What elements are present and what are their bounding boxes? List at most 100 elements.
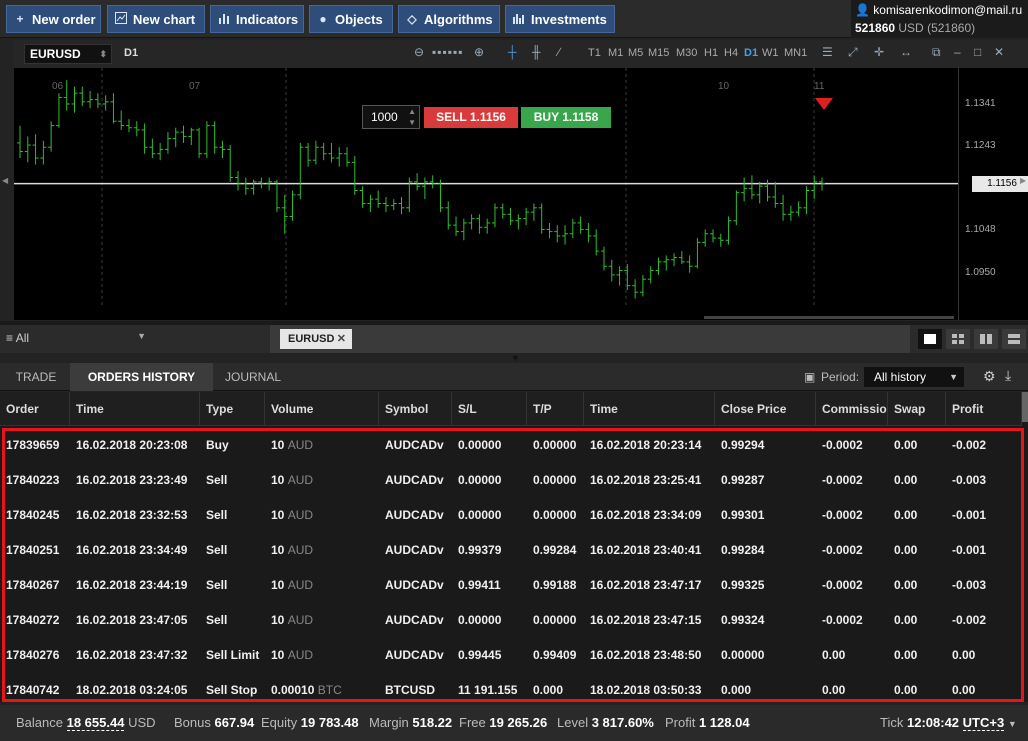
column-header[interactable]: Swap: [888, 392, 946, 426]
candle-chart-type-icon[interactable]: ╫: [532, 45, 541, 59]
chart-plot-area[interactable]: 06 07 10 11 1000 ▲ ▼ SELL 1.1156 BUY 1.1158 …: [14, 68, 958, 340]
timeframe-m5[interactable]: M5: [628, 47, 643, 59]
timezone-select[interactable]: UTC+3: [962, 715, 1005, 731]
panel-toggle-icon[interactable]: ▼: [511, 353, 520, 363]
timeframe-m30[interactable]: M30: [676, 47, 697, 59]
timeframe-h4[interactable]: H4: [724, 47, 738, 59]
table-cell: 16.02.2018 23:32:53: [76, 508, 188, 522]
period-select[interactable]: All history ▼: [864, 367, 964, 387]
close-tab-icon[interactable]: ✕: [337, 329, 346, 349]
timeframe-h1[interactable]: H1: [704, 47, 718, 59]
table-scrollbar[interactable]: [1022, 392, 1028, 702]
timeframe-t1[interactable]: T1: [588, 47, 601, 59]
objects-button[interactable]: ● Objects: [309, 5, 393, 33]
settings-gear-icon[interactable]: ⚙: [983, 368, 996, 385]
table-row[interactable]: 17839659 16.02.2018 20:23:08 Buy 10 AUD AUDC…: [0, 428, 1022, 463]
column-header[interactable]: Symbol: [379, 392, 452, 426]
bar-chart-type-icon[interactable]: ┼: [508, 45, 517, 59]
horizontal-line-icon[interactable]: ↔: [900, 45, 912, 59]
layout-columns-icon[interactable]: [974, 329, 998, 349]
column-header[interactable]: Time: [584, 392, 715, 426]
column-header[interactable]: T/P: [527, 392, 584, 426]
table-row[interactable]: 17840267 16.02.2018 23:44:19 Sell 10 AUD AUD…: [0, 568, 1022, 603]
objects-icon: ●: [319, 12, 327, 26]
table-row[interactable]: 17840276 16.02.2018 23:47:32 Sell Limit 10 …: [0, 638, 1022, 673]
symbol-select[interactable]: EURUSD ⬍: [24, 44, 112, 64]
scrollbar-thumb[interactable]: [1022, 392, 1028, 422]
zoom-in-icon[interactable]: ⊕: [474, 45, 484, 59]
tab-journal[interactable]: JOURNAL: [216, 363, 290, 391]
timeframe-d1[interactable]: D1: [744, 47, 758, 59]
table-cell: 0.99301: [721, 508, 765, 522]
time-marker-icon[interactable]: [815, 98, 833, 110]
column-header[interactable]: Commission: [816, 392, 888, 426]
timeframe-m15[interactable]: M15: [648, 47, 669, 59]
timeframe-w1[interactable]: W1: [762, 47, 779, 59]
column-header[interactable]: Profit: [946, 392, 1022, 426]
layout-rows-icon[interactable]: [1002, 329, 1026, 349]
new-order-button[interactable]: + New order: [6, 5, 101, 33]
left-panel-collapse-icon[interactable]: ◀: [2, 176, 8, 185]
account-info[interactable]: 👤 komisarenkodimon@mail.ru 521860 USD (5…: [851, 0, 1028, 38]
buy-button[interactable]: BUY 1.1158: [521, 107, 611, 128]
chart-scrollbar[interactable]: [704, 316, 954, 319]
table-cell: 0.00: [952, 683, 976, 697]
table-cell: 0.00010 BTC: [271, 683, 342, 697]
table-row[interactable]: 17840251 16.02.2018 23:34:49 Sell 10 AUD AUD…: [0, 533, 1022, 568]
line-chart-type-icon[interactable]: ∕: [558, 45, 560, 59]
investments-button[interactable]: Investments: [505, 5, 615, 33]
sell-button[interactable]: SELL 1.1156: [424, 107, 518, 128]
table-row[interactable]: 17840245 16.02.2018 23:32:53 Sell 10 AUD AUD…: [0, 498, 1022, 533]
ohlc-bar: [180, 125, 187, 143]
ohlc-bar: [585, 222, 592, 243]
maximize-icon[interactable]: □: [974, 45, 981, 59]
stepper-icon[interactable]: ▲ ▼: [408, 106, 416, 128]
table-cell: AUDCADv: [385, 648, 444, 662]
table-row[interactable]: 17840272 16.02.2018 23:47:05 Sell 10 AUD AUD…: [0, 603, 1022, 638]
ohlc-bar: [639, 274, 646, 297]
table-cell: 0.99284: [721, 543, 765, 557]
column-header[interactable]: S/L: [452, 392, 527, 426]
chart-window: EURUSD ⬍ D1 ⊖ ▪▪▪▪▪▪ ⊕ ┼ ╫ ∕ T1 M1 M5 M15 M30…: [14, 40, 1028, 340]
indicators-button[interactable]: Indicators: [210, 5, 304, 33]
price-tick-label: 1.1048: [965, 224, 996, 236]
table-cell: -0.001: [952, 543, 987, 557]
workspace-select[interactable]: ≡ All ▼: [6, 331, 146, 345]
crosshair-icon[interactable]: ✛: [874, 45, 884, 59]
minimize-icon[interactable]: –: [954, 45, 961, 59]
timeframe-mn1[interactable]: MN1: [784, 47, 807, 59]
layout-grid-icon[interactable]: [946, 329, 970, 349]
indicators-panel-icon[interactable]: ☰: [822, 45, 833, 59]
column-header[interactable]: Time: [70, 392, 200, 426]
table-cell: 16.02.2018 20:23:14: [590, 438, 702, 452]
ohlc-bar: [530, 203, 537, 221]
column-header[interactable]: Order: [0, 392, 70, 426]
detach-window-icon[interactable]: ⧉: [932, 45, 941, 60]
right-panel-collapse-icon[interactable]: ▶: [1020, 176, 1026, 185]
column-header[interactable]: Close Price: [715, 392, 816, 426]
ohlc-bar: [600, 246, 607, 271]
algorithms-button[interactable]: ◇ Algorithms: [398, 5, 500, 33]
ohlc-bar: [102, 95, 109, 111]
table-row[interactable]: 17840742 18.02.2018 03:24:05 Sell Stop 0.00…: [0, 673, 1022, 708]
column-header[interactable]: Volume: [265, 392, 379, 426]
tab-orders-history[interactable]: ORDERS HISTORY: [70, 363, 213, 391]
download-icon[interactable]: ⤓: [1005, 367, 1011, 384]
tab-trade[interactable]: TRADE: [6, 363, 66, 391]
order-quantity-input[interactable]: 1000 ▲ ▼: [362, 105, 420, 129]
chart-tab-eurusd[interactable]: EURUSD ✕: [280, 329, 352, 349]
zoom-slider[interactable]: ▪▪▪▪▪▪: [432, 45, 464, 59]
column-header[interactable]: Type: [200, 392, 265, 426]
close-icon[interactable]: ✕: [994, 45, 1004, 59]
diamond-icon: ◇: [407, 12, 417, 26]
new-chart-button[interactable]: New chart: [107, 5, 205, 33]
ohlc-bar: [242, 177, 249, 195]
table-row[interactable]: 17840223 16.02.2018 23:23:49 Sell 10 AUD AUD…: [0, 463, 1022, 498]
layout-single-icon[interactable]: [918, 329, 942, 349]
draw-line-icon[interactable]: ⤢: [848, 45, 858, 60]
table-cell: 0.00000: [533, 613, 577, 627]
balance-value[interactable]: 18 655.44: [66, 715, 125, 731]
timeframe-m1[interactable]: M1: [608, 47, 623, 59]
chevron-down-icon[interactable]: ▼: [1008, 719, 1017, 729]
zoom-out-icon[interactable]: ⊖: [414, 45, 424, 59]
